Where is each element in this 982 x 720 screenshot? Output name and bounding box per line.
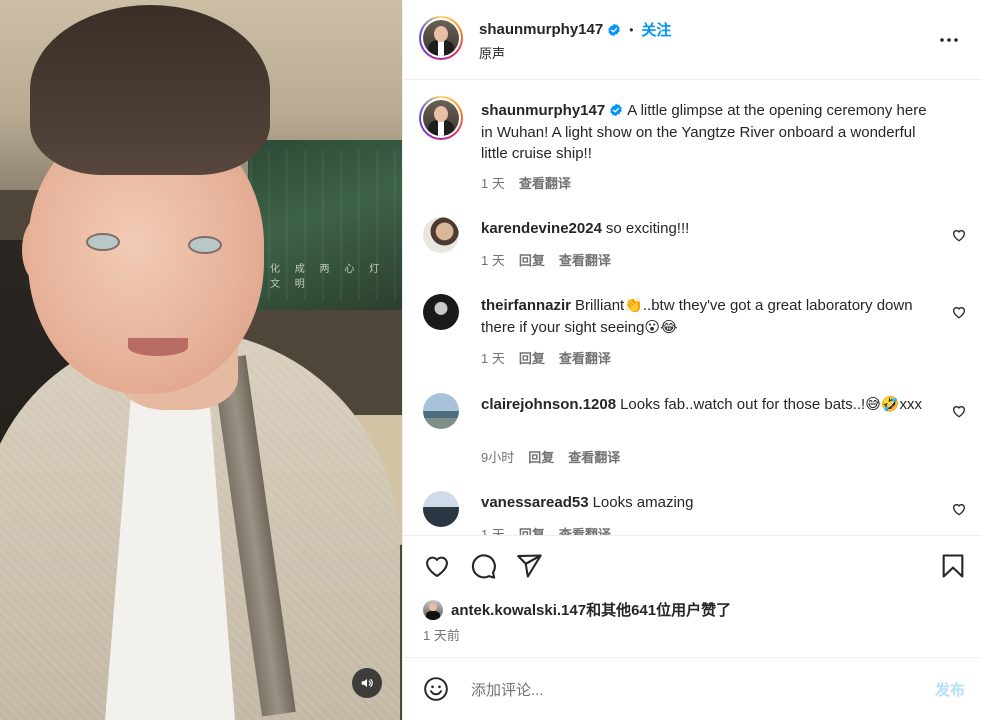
comment-text: Looks amazing — [592, 494, 694, 511]
comment-avatar[interactable] — [423, 294, 459, 330]
caption-time[interactable]: 1 天 — [481, 173, 505, 192]
comment-avatar[interactable] — [423, 491, 459, 527]
person-eye-right — [188, 236, 222, 254]
follow-button[interactable]: 关注 — [641, 19, 671, 40]
sound-toggle-button[interactable] — [352, 668, 382, 698]
comment-like-heart-icon[interactable] — [951, 227, 967, 243]
reply-link[interactable]: 回复 — [519, 524, 545, 535]
verified-badge-icon — [610, 103, 622, 117]
reply-link[interactable]: 回复 — [528, 447, 554, 466]
comments-list[interactable]: shaunmurphy147 A little glimpse at the op… — [403, 81, 982, 535]
comment-bubble-icon[interactable] — [469, 552, 497, 580]
caption-avatar[interactable] — [419, 96, 463, 140]
comment-text-block: karendevine2024 so exciting!!! — [481, 218, 931, 240]
header-separator: • — [629, 22, 634, 37]
comment-text: Looks fab..watch out for those bats..!😅🤣… — [620, 396, 923, 413]
comment-avatar[interactable] — [423, 217, 459, 253]
comment-like-heart-icon[interactable] — [951, 304, 967, 320]
original-audio-link[interactable]: 原声 — [479, 43, 505, 62]
caption-text-block: shaunmurphy147 A little glimpse at the op… — [481, 100, 931, 165]
verified-badge-icon — [608, 23, 620, 36]
person-hair — [30, 5, 270, 175]
comment-time[interactable]: 9小时 — [481, 447, 514, 466]
post-side-panel: shaunmurphy147 • 关注 原声 shaunmurphy147 A l… — [402, 0, 982, 720]
emoji-smiley-icon[interactable] — [423, 676, 449, 702]
comment-time[interactable]: 1 天 — [481, 250, 505, 269]
more-options-icon[interactable] — [937, 28, 961, 52]
translate-link[interactable]: 查看翻译 — [568, 447, 620, 466]
reply-link[interactable]: 回复 — [519, 250, 545, 269]
comment-text: so exciting!!! — [605, 220, 690, 237]
comment-username[interactable]: karendevine2024 — [481, 220, 602, 237]
comment-meta: 9小时 回复 查看翻译 — [481, 447, 620, 466]
liker-avatar[interactable] — [423, 599, 443, 620]
post-timestamp[interactable]: 1 天前 — [423, 625, 460, 644]
window-sign-text: 化 成 两 心 灯 文 明 — [270, 264, 386, 290]
comment-time[interactable]: 1 天 — [481, 348, 505, 367]
person-eye-left — [86, 233, 120, 251]
comment-text-block: clairejohnson.1208 Looks fab..watch out f… — [481, 394, 931, 416]
comment-text-block: theirfannazir Brilliant👏..btw they've got… — [481, 295, 931, 338]
post-comment-button[interactable]: 发布 — [935, 679, 965, 700]
author-avatar[interactable] — [419, 16, 463, 60]
translate-link[interactable]: 查看翻译 — [559, 250, 611, 269]
share-send-icon[interactable] — [515, 552, 543, 580]
caption-translate-link[interactable]: 查看翻译 — [519, 173, 571, 192]
comment-avatar[interactable] — [423, 393, 459, 429]
comment-meta: 1 天 回复 查看翻译 — [481, 524, 611, 535]
add-comment-input[interactable] — [469, 676, 893, 704]
person-mouth — [128, 338, 188, 356]
header-author-line: shaunmurphy147 • 关注 — [479, 19, 671, 40]
post-header: shaunmurphy147 • 关注 原声 — [403, 0, 982, 80]
comment-username[interactable]: clairejohnson.1208 — [481, 396, 616, 413]
comment-username[interactable]: vanessaread53 — [481, 494, 589, 511]
post-action-bar: antek.kowalski.147和其他641位用户赞了 1 天前 — [403, 535, 982, 657]
comment-time[interactable]: 1 天 — [481, 524, 505, 535]
comment-like-heart-icon[interactable] — [951, 501, 967, 517]
comment-composer: 发布 — [403, 657, 982, 720]
caption-username[interactable]: shaunmurphy147 — [481, 102, 605, 119]
author-username[interactable]: shaunmurphy147 — [479, 21, 603, 38]
speaker-icon — [361, 678, 373, 688]
comment-meta: 1 天 回复 查看翻译 — [481, 348, 611, 367]
comment-like-heart-icon[interactable] — [951, 403, 967, 419]
reply-link[interactable]: 回复 — [519, 348, 545, 367]
translate-link[interactable]: 查看翻译 — [559, 524, 611, 535]
comment-text-block: vanessaread53 Looks amazing — [481, 492, 931, 514]
like-heart-icon[interactable] — [423, 552, 451, 580]
comment-username[interactable]: theirfannazir — [481, 297, 571, 314]
post-video[interactable]: 化 成 两 心 灯 文 明 — [0, 0, 402, 720]
comment-meta: 1 天 回复 查看翻译 — [481, 250, 611, 269]
caption-meta: 1 天 查看翻译 — [481, 173, 571, 192]
save-bookmark-icon[interactable] — [939, 552, 967, 580]
translate-link[interactable]: 查看翻译 — [559, 348, 611, 367]
likes-summary[interactable]: antek.kowalski.147和其他641位用户赞了 — [423, 599, 731, 620]
likes-text: antek.kowalski.147和其他641位用户赞了 — [451, 602, 732, 619]
